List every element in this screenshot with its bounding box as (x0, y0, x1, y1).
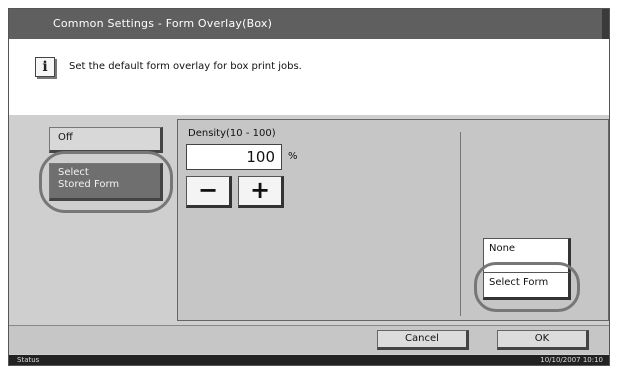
highlight-ring-select-form (474, 262, 580, 312)
bottom-bar: Cancel OK (9, 325, 609, 354)
plus-button[interactable]: + (238, 176, 284, 208)
page-title: Common Settings - Form Overlay(Box) (53, 17, 273, 30)
status-bar: Status 10/10/2007 10:10 (9, 355, 609, 365)
density-unit: % (288, 151, 298, 162)
off-button[interactable]: Off (49, 127, 163, 153)
minus-button[interactable]: − (186, 176, 232, 208)
screen: Common Settings - Form Overlay(Box) i Se… (8, 8, 610, 366)
title-bar: Common Settings - Form Overlay(Box) (9, 9, 609, 39)
info-icon: i (35, 57, 55, 77)
message-area: i Set the default form overlay for box p… (9, 39, 609, 115)
density-label: Density(10 - 100) (188, 128, 276, 139)
ok-button[interactable]: OK (497, 330, 589, 350)
status-label[interactable]: Status (17, 355, 39, 365)
density-value-field[interactable]: 100 (186, 144, 282, 170)
panel-divider (460, 132, 461, 316)
message-text: Set the default form overlay for box pri… (69, 61, 302, 72)
datetime-display: 10/10/2007 10:10 (540, 356, 603, 364)
highlight-ring-stored-form (39, 151, 173, 213)
cancel-button[interactable]: Cancel (377, 330, 469, 350)
title-bar-accent (602, 9, 609, 39)
density-panel: Density(10 - 100) 100 % − + None Select … (177, 119, 609, 321)
